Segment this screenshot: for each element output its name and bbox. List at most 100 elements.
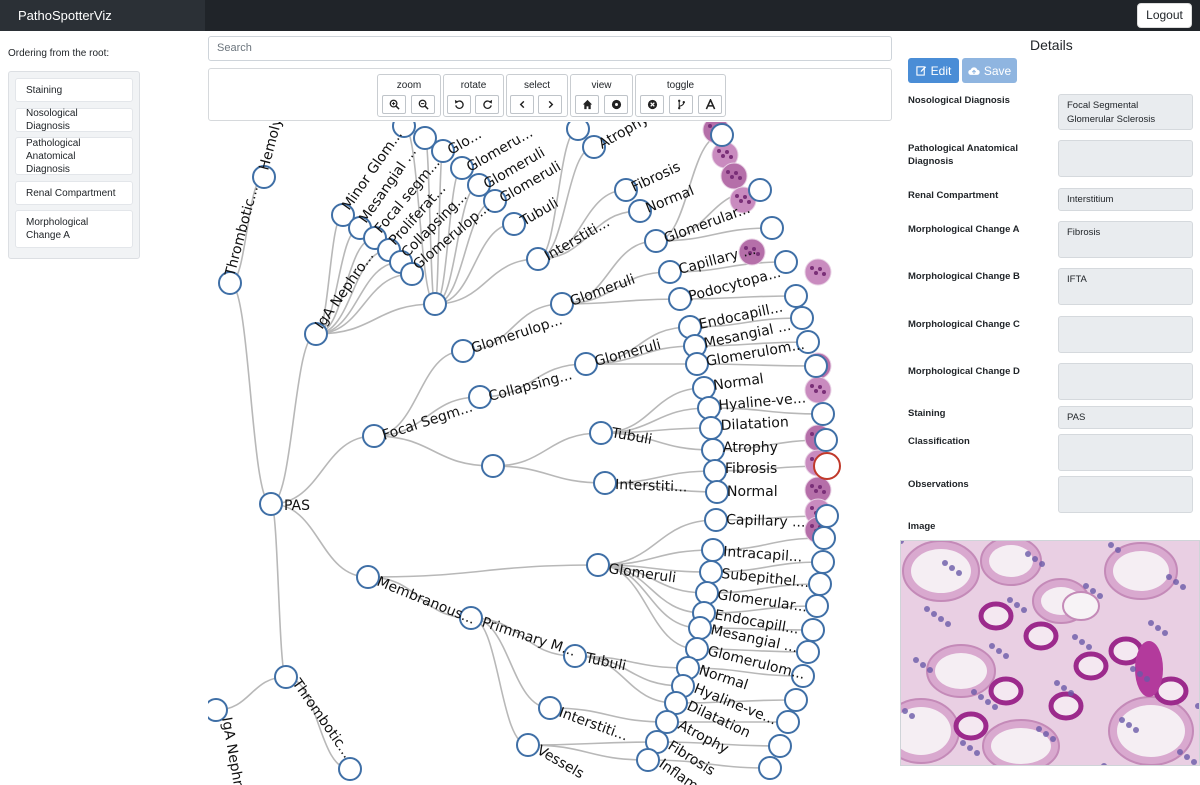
leaf-node[interactable] (796, 640, 820, 664)
leaf-node[interactable] (814, 428, 838, 452)
nosological-diagnosis-value: Focal Segmental Glomerular Sclerosis (1067, 100, 1156, 125)
image-label: Image (908, 521, 936, 532)
leaf-node[interactable] (811, 550, 835, 574)
tree-node[interactable] (481, 454, 505, 478)
tree-node[interactable] (704, 508, 728, 532)
leaf-node[interactable] (790, 306, 814, 330)
leaf-node[interactable] (812, 526, 836, 550)
morphological-change-d-field[interactable] (1058, 363, 1193, 400)
graph-toolbar: zoom rotate select view toggle (208, 68, 892, 121)
leaf-node[interactable] (815, 504, 839, 528)
nucleus (1126, 722, 1132, 728)
histology-thumbnail[interactable] (804, 376, 832, 404)
capillary-lumen (1062, 591, 1100, 621)
nucleus (1162, 630, 1168, 636)
tree-node[interactable] (586, 553, 610, 577)
ordering-item-morphological-change-a[interactable]: Morphological Change A (15, 210, 133, 248)
morphological-change-a-value: Fibrosis (1067, 227, 1101, 238)
morphological-change-a-field[interactable]: Fibrosis (1058, 221, 1193, 258)
edit-button[interactable]: Edit (908, 58, 959, 83)
tree-node[interactable] (566, 122, 590, 141)
tree-node[interactable] (695, 581, 719, 605)
leaf-node[interactable] (760, 216, 784, 240)
tree-node[interactable] (589, 421, 613, 445)
tree-node[interactable] (701, 538, 725, 562)
histology-thumbnail-detail (730, 175, 734, 179)
logout-button[interactable]: Logout (1137, 3, 1192, 28)
rotate-left-button[interactable] (447, 95, 471, 114)
renal-compartment-value: Interstitium (1067, 194, 1114, 205)
observations-label: Observations (908, 479, 969, 490)
leaf-node[interactable] (805, 594, 829, 618)
morphological-change-d-label: Morphological Change D (908, 366, 1020, 377)
ordering-item-staining[interactable]: Staining (15, 78, 133, 102)
histology-thumbnail[interactable] (720, 162, 748, 190)
leaf-node[interactable] (804, 354, 828, 378)
save-button[interactable]: Save (962, 58, 1017, 83)
tree-node[interactable] (703, 459, 727, 483)
tree-canvas[interactable]: PASIgA Nephro...Focal Segm...Membranous.… (208, 122, 892, 785)
tree-node[interactable] (655, 710, 679, 734)
selected-node[interactable] (813, 452, 841, 480)
rotate-right-icon (482, 99, 492, 109)
tree-node[interactable] (413, 126, 437, 150)
radial-tree-graph[interactable]: PAS IgA Nephro... Focal Segm... Membranous.… (208, 122, 892, 785)
pathological-anatomical-diagnosis-field[interactable] (1058, 140, 1193, 177)
leaf-node[interactable] (776, 710, 800, 734)
node-label: Glomeruli (593, 337, 663, 370)
zoom-out-button[interactable] (411, 95, 435, 114)
tree-node[interactable] (697, 396, 721, 420)
tree-edge (229, 282, 272, 505)
nucleus (992, 704, 998, 710)
root-node[interactable] (259, 492, 283, 516)
select-previous-button[interactable] (510, 95, 534, 114)
renal-compartment-field[interactable]: Interstitium (1058, 188, 1193, 211)
toggle-close-button[interactable] (640, 95, 664, 114)
tree-node[interactable] (338, 757, 362, 781)
leaf-node[interactable] (801, 618, 825, 642)
classification-label: Classification (908, 436, 970, 447)
search-input[interactable]: Search (208, 36, 892, 61)
node-label: Glomeruli (607, 561, 677, 586)
leaf-node[interactable] (768, 734, 792, 758)
tree-node[interactable] (593, 471, 617, 495)
leaf-node[interactable] (808, 572, 832, 596)
tree-node[interactable] (699, 416, 723, 440)
ordering-item-renal-compartment[interactable]: Renal Compartment (15, 181, 133, 205)
tree-node[interactable] (688, 616, 712, 640)
histology-thumbnail-detail (743, 195, 747, 199)
view-home-button[interactable] (575, 95, 599, 114)
histology-thumbnail[interactable] (804, 258, 832, 286)
leaf-node[interactable] (784, 688, 808, 712)
histology-thumbnail-detail (726, 170, 730, 174)
classification-field[interactable] (1058, 434, 1193, 471)
zoom-in-button[interactable] (382, 95, 406, 114)
staining-field[interactable]: PAS (1058, 406, 1193, 429)
edit-button-label: Edit (930, 63, 952, 78)
ordering-item-pathological-anatomical-diagnosis[interactable]: Pathological Anatomical Diagnosis (15, 137, 133, 175)
histology-thumbnail-detail (814, 389, 818, 393)
ordering-item-nosological-diagnosis[interactable]: Nosological Diagnosis (15, 108, 133, 132)
tree-node[interactable] (699, 560, 723, 584)
leaf-node[interactable] (710, 123, 734, 147)
morphological-change-b-field[interactable]: IFTA (1058, 268, 1193, 305)
leaf-node[interactable] (784, 284, 808, 308)
leaf-node[interactable] (748, 178, 772, 202)
app-brand[interactable]: PathoSpotterViz (18, 8, 112, 23)
leaf-node[interactable] (811, 402, 835, 426)
view-center-button[interactable] (604, 95, 628, 114)
tree-node[interactable] (701, 438, 725, 462)
rotate-right-button[interactable] (475, 95, 499, 114)
morphological-change-c-field[interactable] (1058, 316, 1193, 353)
nosological-diagnosis-field[interactable]: Focal Segmental Glomerular Sclerosis (1058, 94, 1193, 130)
select-next-button[interactable] (538, 95, 562, 114)
tree-node[interactable] (705, 480, 729, 504)
histology-thumbnail-detail (810, 506, 814, 510)
toggle-text-button[interactable] (698, 95, 722, 114)
observations-field[interactable] (1058, 476, 1193, 513)
toggle-branch-button[interactable] (669, 95, 693, 114)
nucleus (1068, 690, 1074, 696)
leaf-node[interactable] (758, 756, 782, 780)
nucleus (1054, 680, 1060, 686)
tree-node[interactable] (423, 292, 447, 316)
